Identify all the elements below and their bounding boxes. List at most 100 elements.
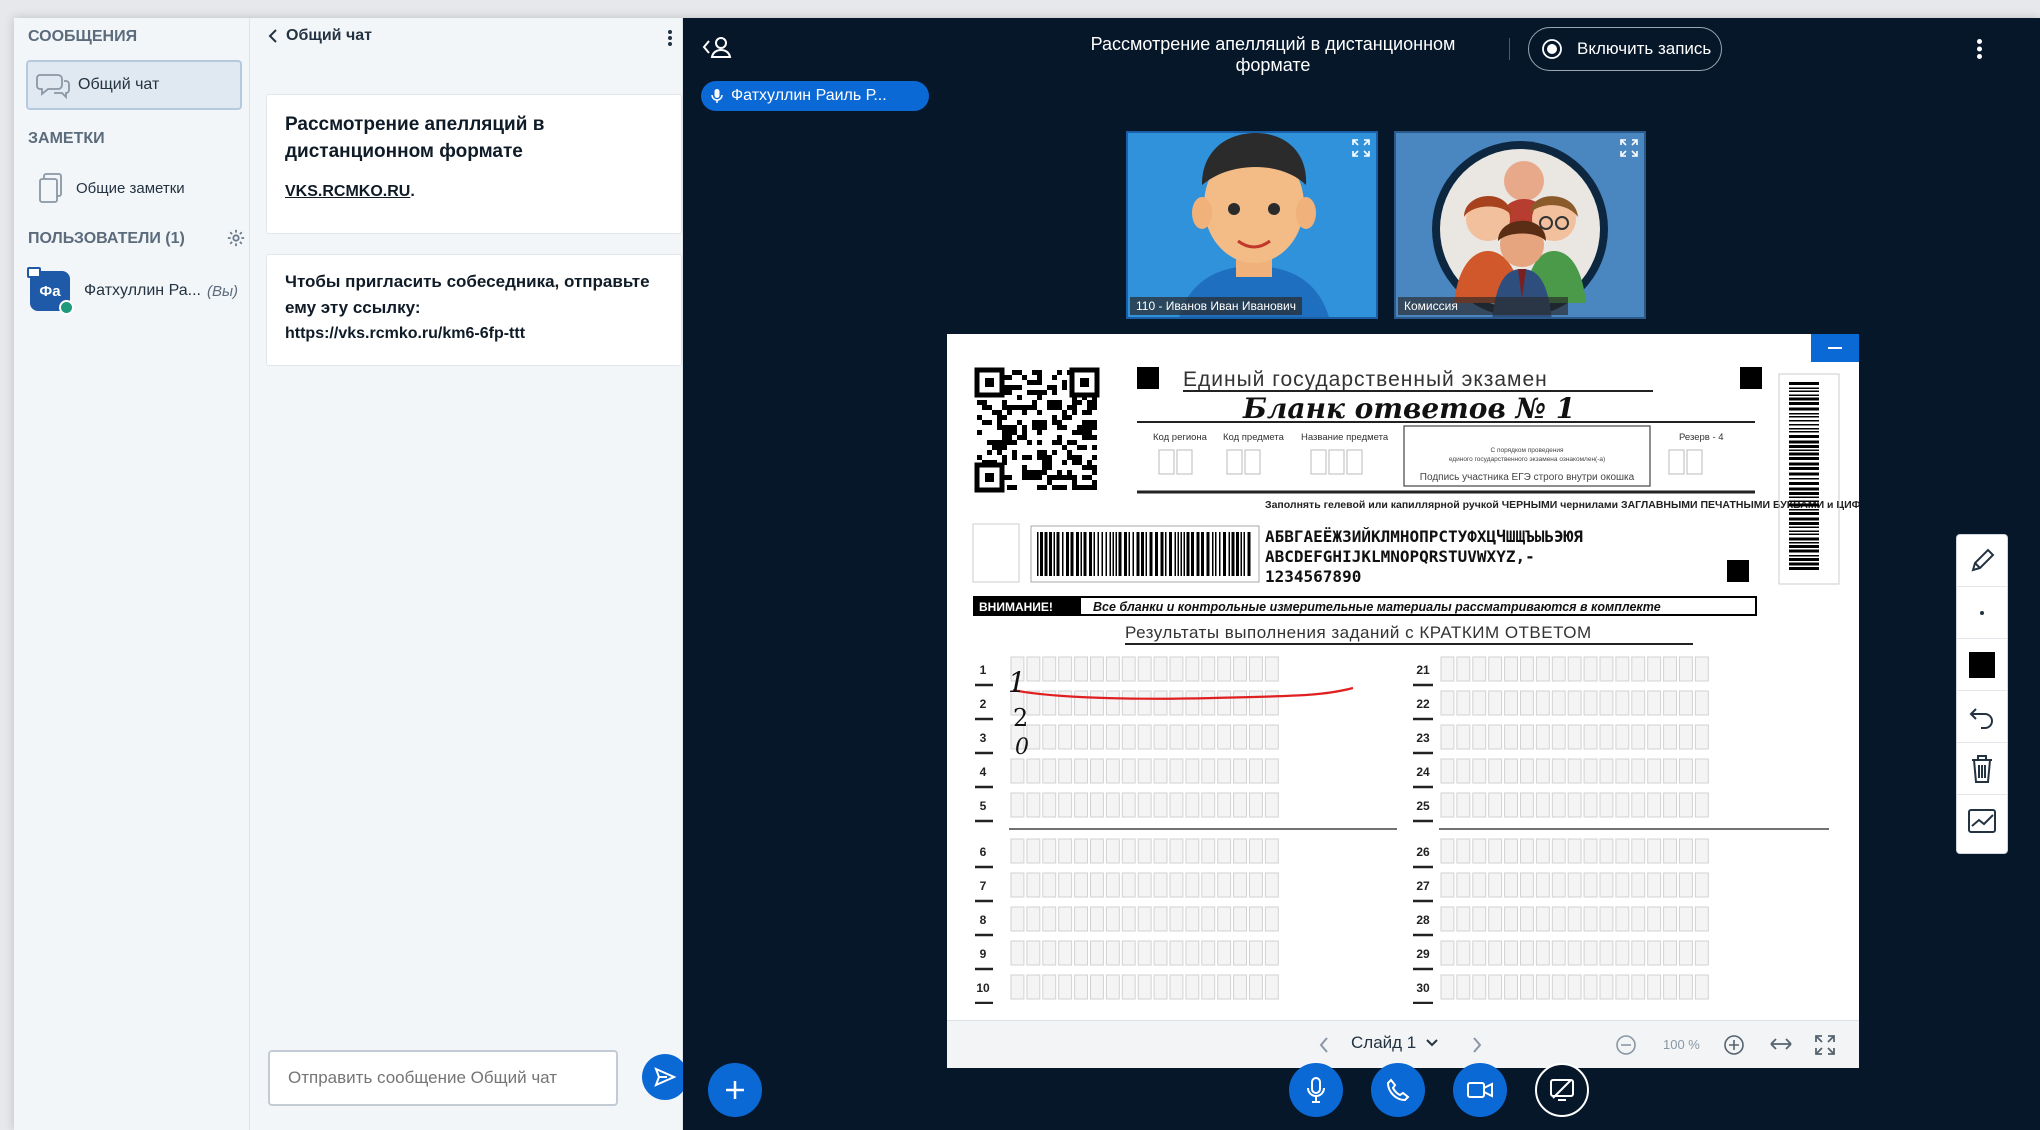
answer-cell [1647, 656, 1662, 682]
answer-cell [1583, 792, 1598, 818]
handwritten-answer-3: 0 [1015, 735, 1029, 760]
sidebar-item-public-chat[interactable]: Общий чат [26, 60, 242, 110]
answer-cell [1472, 974, 1487, 1000]
answer-cell [1440, 906, 1455, 932]
presentation-toolbar: Слайд 1 100 % [947, 1020, 1859, 1068]
more-vertical-icon[interactable] [1973, 36, 1985, 62]
fullscreen-icon[interactable] [1620, 139, 1638, 157]
undo-button[interactable] [1957, 691, 2007, 743]
answer-cell [1663, 906, 1677, 932]
more-vertical-icon[interactable] [664, 26, 676, 50]
sidebar-item-shared-notes[interactable]: Общие заметки [26, 163, 242, 213]
answer-cell [1249, 838, 1263, 864]
pencil-tool-button[interactable] [1957, 535, 2007, 587]
field-box [1310, 449, 1327, 475]
video-tile-student[interactable]: 110 - Иванов Иван Иванович [1126, 131, 1378, 319]
answer-cell [1169, 724, 1184, 750]
answer-cell [1121, 724, 1136, 750]
screen-share-button[interactable] [1535, 1063, 1589, 1117]
answer-cell [1440, 758, 1455, 784]
fullscreen-icon[interactable] [1352, 139, 1370, 157]
color-tool-button[interactable] [1957, 639, 2007, 691]
answer-cell [1090, 792, 1104, 818]
answer-cell [1535, 690, 1550, 716]
answer-cell [1201, 872, 1216, 898]
answer-cell [1535, 974, 1550, 1000]
row-number: 1 [980, 663, 987, 677]
send-button[interactable] [642, 1054, 688, 1100]
toggle-users-panel-icon[interactable] [701, 34, 733, 60]
notes-header: ЗАМЕТКИ [28, 130, 105, 147]
answer-cell [1121, 906, 1136, 932]
answer-cell [1249, 872, 1263, 898]
slide-selector[interactable]: Слайд 1 [1351, 1033, 1438, 1053]
answer-cell [1217, 792, 1232, 818]
fullscreen-icon[interactable] [1815, 1035, 1835, 1055]
answer-cell [1663, 940, 1677, 966]
answer-cell [1233, 724, 1248, 750]
answer-cell [1647, 758, 1662, 784]
chevron-left-icon[interactable] [1319, 1037, 1329, 1053]
phone-button[interactable] [1371, 1063, 1425, 1117]
answer-cell [1663, 792, 1677, 818]
answer-cell [1026, 872, 1041, 898]
phone-icon [1386, 1078, 1410, 1102]
color-swatch [1969, 651, 1995, 678]
answer-cell [1185, 758, 1200, 784]
answer-cell [1090, 940, 1104, 966]
answer-cell [1679, 656, 1693, 682]
answer-cell [1615, 690, 1630, 716]
fit-width-icon[interactable] [1769, 1037, 1793, 1051]
answer-cell [1551, 758, 1566, 784]
row-number: 24 [1416, 765, 1430, 779]
answer-cell [1169, 838, 1184, 864]
answer-cell [1058, 906, 1073, 932]
invite-url[interactable]: https://vks.rcmko.ru/km6-6fp-ttt [285, 321, 663, 347]
answer-cell [1694, 724, 1709, 750]
zoom-out-icon[interactable] [1615, 1034, 1637, 1056]
user-list-item[interactable]: Фа Фатхуллин Ра... (Вы) [27, 266, 246, 316]
talking-indicator[interactable]: Фатхуллин Раиль Р... [701, 81, 929, 111]
answer-cell [1249, 690, 1263, 716]
answer-cell [1010, 940, 1025, 966]
thickness-tool-button[interactable] [1957, 587, 2007, 639]
answer-cell [1535, 724, 1550, 750]
answer-cell [1472, 690, 1487, 716]
answer-cell [1105, 974, 1120, 1000]
answer-cell [1599, 690, 1614, 716]
answer-cell [1567, 690, 1582, 716]
avatar: Фа [27, 267, 74, 315]
microphone-button[interactable] [1289, 1063, 1343, 1117]
answer-cell [1233, 792, 1248, 818]
answer-cell [1504, 724, 1518, 750]
answer-cell [1233, 872, 1248, 898]
answer-cell [1058, 758, 1073, 784]
clear-button[interactable] [1957, 743, 2007, 795]
answer-cell [1121, 838, 1136, 864]
answer-cell [1058, 940, 1073, 966]
answer-cell [1647, 724, 1662, 750]
answer-cell [1217, 690, 1232, 716]
minimize-presentation-button[interactable] [1811, 334, 1859, 362]
chat-message-input[interactable] [268, 1050, 618, 1106]
screen-share-off-icon [1549, 1078, 1575, 1102]
answer-cell [1010, 974, 1025, 1000]
video-tile-commission[interactable]: Комиссия [1394, 131, 1646, 319]
answer-cell [1074, 758, 1088, 784]
conference-app: СООБЩЕНИЯ Общий чат ЗАМЕТКИ Общие заметк… [14, 18, 2040, 1130]
zoom-in-icon[interactable] [1723, 1034, 1745, 1056]
chevron-right-icon[interactable] [1472, 1037, 1482, 1053]
answer-cell [1074, 656, 1088, 682]
answer-cell [1090, 872, 1104, 898]
actions-button[interactable] [708, 1063, 762, 1117]
welcome-link[interactable]: VKS.RCMKO.RU [285, 183, 410, 200]
answer-cell [1472, 724, 1487, 750]
chat-back-button[interactable]: Общий чат [268, 24, 372, 48]
field-box [1686, 449, 1703, 475]
multi-user-whiteboard-button[interactable] [1957, 795, 2007, 847]
answer-cell [1169, 792, 1184, 818]
record-button[interactable]: Включить запись [1528, 27, 1722, 71]
camera-button[interactable] [1453, 1063, 1507, 1117]
presentation-area[interactable]: Единый государственный экзамен Бланк отв… [947, 334, 2029, 1068]
gear-icon[interactable] [226, 228, 246, 248]
